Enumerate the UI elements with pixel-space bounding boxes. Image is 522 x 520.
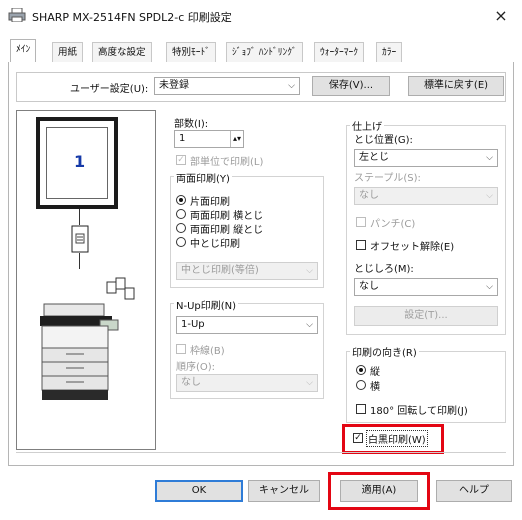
tab-advanced[interactable]: 高度な設定 — [92, 42, 152, 62]
margin-label: とじしろ(M): — [354, 264, 414, 275]
ok-button[interactable]: OK — [155, 480, 243, 502]
stacked-pages-icon — [106, 277, 135, 300]
collate-label: 部単位で印刷(L) — [190, 157, 264, 168]
window-title: SHARP MX-2514FN SPDL2-c 印刷設定 — [32, 11, 232, 24]
orientation-landscape-label: 横 — [370, 382, 380, 393]
duplex-radio-booklet[interactable] — [176, 237, 186, 247]
duplex-option-label: 両面印刷 縦とじ — [190, 225, 264, 236]
tab-main[interactable]: ﾒｲﾝ — [10, 39, 37, 63]
chevron-down-icon: ⌵ — [306, 378, 313, 388]
chevron-down-icon: ⌵ — [288, 81, 295, 91]
duplex-radio-simplex[interactable] — [176, 195, 186, 205]
order-label: 順序(O): — [176, 362, 216, 373]
rotate-180-checkbox[interactable] — [356, 404, 366, 414]
save-settings-button[interactable]: 保存(V)... — [312, 76, 390, 96]
punch-checkbox[interactable] — [356, 217, 366, 227]
restore-defaults-button[interactable]: 標準に戻す(E) — [408, 76, 504, 96]
footer-separator — [16, 452, 506, 453]
duplex-option-label: 中とじ印刷 — [190, 239, 240, 250]
finishing-settings-button[interactable]: 設定(T)... — [354, 306, 498, 326]
tab-job-handling[interactable]: ｼﾞｮﾌﾞ ﾊﾝﾄﾞﾘﾝｸﾞ — [226, 42, 303, 62]
tab-watermark[interactable]: ｳｫｰﾀｰﾏｰｸ — [314, 42, 365, 62]
chevron-down-icon: ⌵ — [306, 266, 313, 276]
rotate-180-label: 180° 回転して印刷(J) — [370, 406, 468, 417]
orientation-radio-portrait[interactable] — [356, 365, 366, 375]
collate-checkbox[interactable]: ✓ — [176, 155, 186, 165]
chevron-down-icon: ⌵ — [486, 191, 493, 201]
cancel-button[interactable]: キャンセル — [248, 480, 320, 502]
mono-print-checkbox[interactable]: ✓ — [353, 433, 363, 443]
nup-legend: N-Up印刷(N) — [174, 297, 239, 312]
document-icon — [71, 225, 89, 253]
printer-icon — [8, 8, 26, 22]
staple-label: ステープル(S): — [354, 173, 421, 184]
binding-label: とじ位置(G): — [354, 135, 413, 146]
title-bar: SHARP MX-2514FN SPDL2-c 印刷設定 × — [0, 0, 522, 32]
offset-label: オフセット解除(E) — [370, 242, 455, 253]
user-settings-label: ユーザー設定(U): — [70, 84, 149, 95]
orientation-radio-landscape[interactable] — [356, 380, 366, 390]
binding-select[interactable]: 左とじ ⌵ — [354, 149, 498, 167]
orientation-legend: 印刷の向き(R) — [350, 344, 419, 359]
page-preview: 1 — [36, 117, 118, 209]
duplex-option-label: 片面印刷 — [190, 197, 230, 208]
chevron-down-icon: ⌵ — [486, 282, 493, 292]
copies-label: 部数(I): — [174, 119, 209, 130]
tab-color[interactable]: ｶﾗｰ — [376, 42, 403, 62]
border-label: 枠線(B) — [190, 346, 225, 357]
copies-spinner[interactable]: ▴▾ — [230, 131, 243, 147]
user-settings-select[interactable]: 未登録 ⌵ — [154, 77, 300, 95]
duplex-option-label: 両面印刷 横とじ — [190, 211, 264, 222]
help-button[interactable]: ヘルプ — [436, 480, 512, 502]
tab-paper[interactable]: 用紙 — [52, 42, 84, 62]
order-select[interactable]: なし ⌵ — [176, 374, 318, 392]
copier-illustration-icon — [40, 303, 119, 400]
page-number: 1 — [74, 152, 86, 171]
duplex-radio-short-edge[interactable] — [176, 223, 186, 233]
staple-select[interactable]: なし ⌵ — [354, 187, 498, 205]
offset-checkbox[interactable] — [356, 240, 366, 250]
duplex-radio-long-edge[interactable] — [176, 209, 186, 219]
apply-button[interactable]: 適用(A) — [340, 480, 418, 502]
tab-special-mode[interactable]: 特別ﾓｰﾄﾞ — [166, 42, 217, 62]
border-checkbox[interactable] — [176, 344, 186, 354]
duplex-legend: 両面印刷(Y) — [174, 170, 232, 185]
nup-select[interactable]: 1-Up ⌵ — [176, 316, 318, 334]
chevron-down-icon: ⌵ — [306, 320, 313, 330]
orientation-portrait-label: 縦 — [370, 367, 380, 378]
booklet-select[interactable]: 中とじ印刷(等倍) ⌵ — [176, 262, 318, 280]
margin-select[interactable]: なし ⌵ — [354, 278, 498, 296]
punch-label: パンチ(C) — [370, 219, 416, 230]
chevron-down-icon: ⌵ — [486, 153, 493, 163]
close-button[interactable]: × — [490, 6, 512, 26]
mono-print-label: 白黒印刷(W) — [366, 430, 428, 447]
